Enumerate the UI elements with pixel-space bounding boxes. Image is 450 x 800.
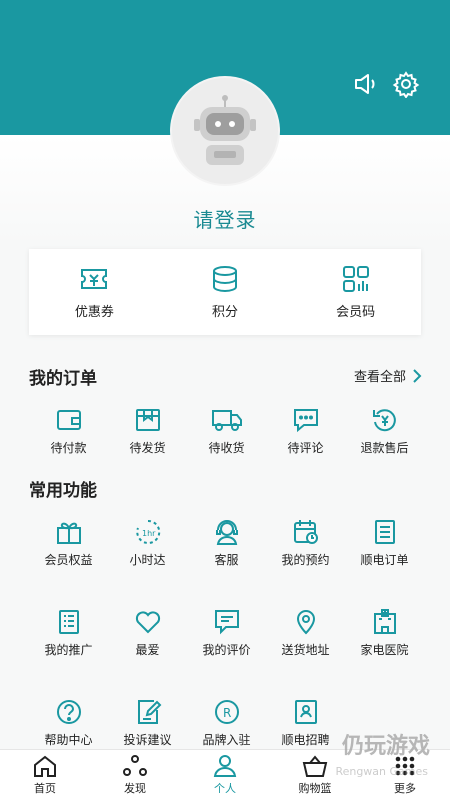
function-favorites[interactable]: 最爱 (108, 608, 187, 658)
hour-delivery-icon: 1hr (135, 519, 160, 544)
function-label: 我的推广 (44, 643, 93, 657)
function-brand-onboarding[interactable]: R 品牌入驻 (187, 698, 266, 748)
tab-label: 购物篮 (298, 782, 332, 795)
review-icon (214, 610, 239, 635)
package-icon (135, 409, 160, 431)
tab-profile[interactable]: 个人 (180, 750, 270, 800)
function-label: 我的评价 (202, 643, 251, 657)
order-pending-receipt[interactable]: 待收货 (187, 406, 266, 456)
functions-title: 常用功能 (29, 481, 97, 501)
heart-icon (135, 611, 160, 634)
order-list-icon (374, 520, 395, 544)
order-status-label: 待收货 (208, 441, 245, 455)
login-prompt[interactable]: 请登录 (0, 204, 450, 233)
function-my-promotion[interactable]: 我的推广 (29, 608, 108, 658)
function-label: 送货地址 (281, 643, 330, 657)
avatar[interactable] (172, 78, 278, 184)
functions-row-2: 我的推广 最爱 我的评价 送货地址 家电医院 (29, 608, 424, 658)
refund-icon (372, 409, 396, 432)
speaker-icon[interactable] (350, 68, 382, 100)
orders-title: 我的订单 (29, 369, 97, 389)
order-status-label: 待评论 (287, 441, 324, 455)
order-pending-shipment[interactable]: 待发货 (108, 406, 187, 456)
order-refund[interactable]: 退款售后 (345, 406, 424, 456)
order-status-label: 待付款 (50, 441, 87, 455)
card-points[interactable]: 积分 (170, 264, 280, 320)
svg-text:R: R (223, 706, 231, 720)
wallet-icon (56, 410, 81, 430)
card-label: 会员码 (336, 305, 376, 320)
card-member-code[interactable]: 会员码 (301, 264, 411, 320)
tab-label: 首页 (34, 782, 56, 795)
truck-icon (211, 410, 242, 431)
function-label: 投诉建议 (123, 733, 172, 747)
comment-icon (293, 409, 318, 433)
function-label: 顺电订单 (360, 553, 409, 567)
location-icon (296, 610, 315, 635)
feedback-icon (137, 700, 161, 724)
calendar-icon (293, 520, 318, 544)
order-status-label: 退款售后 (360, 441, 409, 455)
function-label: 客服 (214, 553, 239, 567)
gift-icon (56, 522, 81, 544)
function-my-appointments[interactable]: 我的预约 (266, 518, 345, 568)
settings-gear-icon[interactable] (390, 68, 422, 100)
function-label: 帮助中心 (44, 733, 93, 747)
brand-icon: R (214, 700, 239, 724)
tab-label: 更多 (394, 782, 416, 795)
recruit-icon (294, 700, 317, 724)
function-hour-delivery[interactable]: 1hr 小时达 (108, 518, 187, 568)
function-delivery-address[interactable]: 送货地址 (266, 608, 345, 658)
tab-discover[interactable]: 发现 (90, 750, 180, 800)
order-pending-comment[interactable]: 待评论 (266, 406, 345, 456)
tab-label: 发现 (124, 782, 146, 795)
function-label: 最爱 (135, 643, 160, 657)
svg-text:1hr: 1hr (142, 529, 156, 538)
function-sundan-orders[interactable]: 顺电订单 (345, 518, 424, 568)
promotion-icon (58, 610, 79, 634)
help-icon (56, 700, 81, 724)
function-customer-service[interactable]: 客服 (187, 518, 266, 568)
function-help-center[interactable]: 帮助中心 (29, 698, 108, 748)
chevron-right-icon (413, 368, 422, 383)
card-label: 积分 (211, 305, 238, 320)
basket-icon (302, 755, 328, 777)
function-label: 会员权益 (44, 553, 93, 567)
card-coupon[interactable]: 优惠券 (39, 264, 149, 320)
function-complaints[interactable]: 投诉建议 (108, 698, 187, 748)
function-label: 家电医院 (360, 643, 409, 657)
order-status-row: 待付款 待发货 待收货 待评论 退款售后 (29, 406, 424, 456)
function-label: 顺电招聘 (281, 733, 330, 747)
order-status-label: 待发货 (129, 441, 166, 455)
watermark-subtitle: Rengwan Games (335, 765, 428, 778)
header-actions (350, 68, 422, 100)
tab-home[interactable]: 首页 (0, 750, 90, 800)
coupon-icon (81, 269, 108, 289)
function-appliance-hospital[interactable]: 家电医院 (345, 608, 424, 658)
headset-icon (215, 520, 238, 545)
watermark-title: 仍玩游戏 (341, 734, 430, 759)
function-label: 我的预约 (281, 553, 330, 567)
profile-icon (213, 755, 237, 777)
points-icon (212, 266, 237, 293)
function-my-reviews[interactable]: 我的评价 (187, 608, 266, 658)
tab-label: 个人 (214, 782, 236, 795)
see-all-label: 查看全部 (353, 370, 406, 385)
hospital-icon (373, 609, 396, 634)
function-recruitment[interactable]: 顺电招聘 (266, 698, 345, 748)
robot-avatar-icon (194, 95, 256, 165)
function-label: 小时达 (129, 553, 166, 567)
home-icon (34, 755, 56, 777)
member-card: 优惠券 积分 会员码 (29, 249, 421, 335)
function-member-benefits[interactable]: 会员权益 (29, 518, 108, 568)
functions-row-1: 会员权益 1hr 小时达 客服 我的预约 顺电订单 (29, 518, 424, 568)
see-all-orders-link[interactable]: 查看全部 (354, 366, 422, 385)
discover-icon (123, 755, 147, 776)
card-label: 优惠券 (74, 305, 114, 320)
member-code-icon (342, 266, 369, 292)
order-pending-payment[interactable]: 待付款 (29, 406, 108, 456)
function-label: 品牌入驻 (202, 733, 251, 747)
